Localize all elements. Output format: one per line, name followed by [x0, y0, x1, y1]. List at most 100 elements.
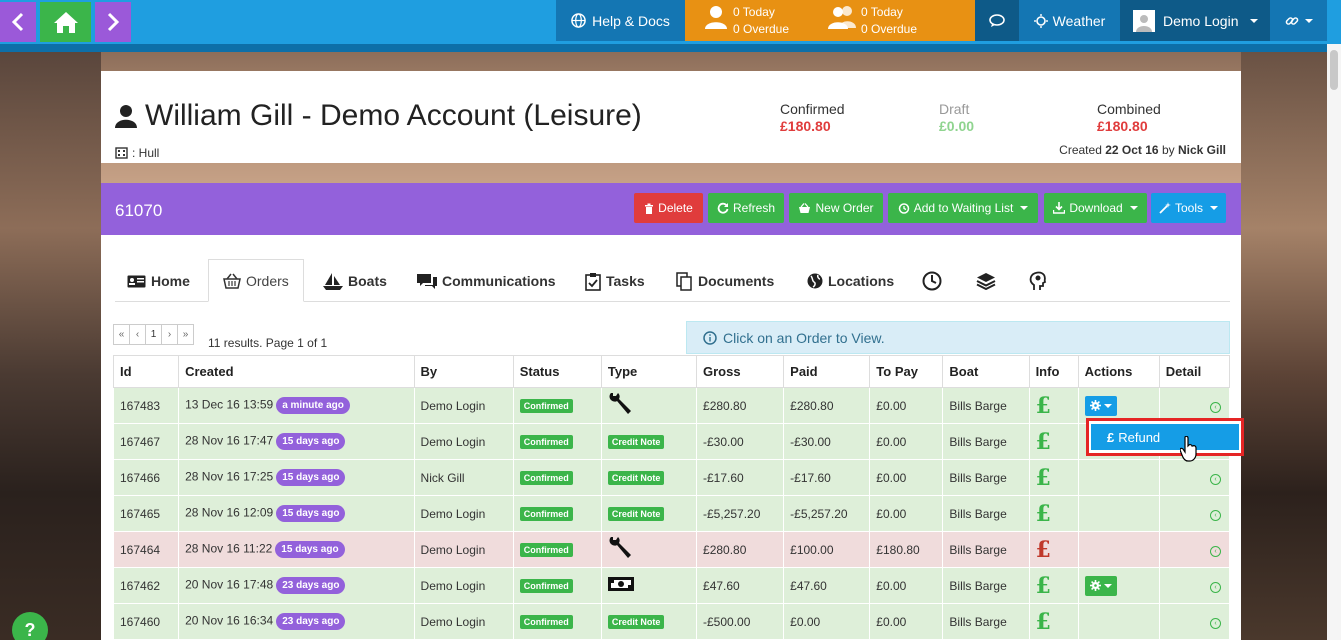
- col-detail[interactable]: Detail: [1158, 355, 1231, 388]
- tab-communications[interactable]: Communications: [417, 260, 556, 302]
- refund-menu-item[interactable]: £ Refund: [1091, 424, 1239, 450]
- cell-boat: Bills Barge: [942, 459, 1030, 496]
- waiting-list-label: Add to Waiting List: [913, 201, 1014, 215]
- table-row[interactable]: 167467 28 Nov 16 17:47 15 days ago Demo L…: [112, 423, 1231, 460]
- table-row[interactable]: 167483 13 Dec 16 13:59 a minute ago Demo …: [112, 387, 1231, 424]
- weather-button[interactable]: Weather: [1019, 0, 1120, 41]
- cell-detail: ‹: [1158, 531, 1231, 568]
- created-prefix: Created: [1059, 143, 1102, 157]
- gear-icon: [1089, 580, 1101, 591]
- status-badge: Confirmed: [519, 615, 573, 629]
- row-actions-button[interactable]: [1084, 575, 1117, 596]
- scrollbar[interactable]: [1327, 44, 1341, 640]
- table-row[interactable]: 167465 28 Nov 16 12:09 15 days ago Demo L…: [112, 495, 1231, 532]
- type-badge: Credit Note: [607, 435, 665, 449]
- page-last-button[interactable]: »: [177, 324, 194, 345]
- sailboat-icon: [323, 272, 343, 290]
- help-docs-button[interactable]: Help & Docs: [556, 0, 685, 41]
- links-menu[interactable]: [1270, 0, 1327, 41]
- team-task-counter[interactable]: 0 Today 0 Overdue: [827, 4, 917, 38]
- download-button[interactable]: Download: [1044, 193, 1147, 223]
- tab-boats[interactable]: Boats: [323, 260, 387, 302]
- refresh-button[interactable]: Refresh: [708, 193, 784, 223]
- chevron-circle-left-icon[interactable]: ‹: [1210, 474, 1221, 485]
- chevron-left-icon: [11, 12, 24, 32]
- tab-history[interactable]: [922, 260, 942, 302]
- documents-icon: [676, 271, 692, 291]
- page-prev-button[interactable]: ‹: [129, 324, 146, 345]
- page-first-button[interactable]: «: [113, 324, 130, 345]
- table-row[interactable]: 167462 20 Nov 16 17:48 23 days ago Demo L…: [112, 567, 1231, 604]
- tab-profile[interactable]: [1029, 260, 1047, 302]
- nav-back-button[interactable]: [0, 2, 36, 42]
- pound-icon: £: [1035, 464, 1051, 491]
- delete-button[interactable]: Delete: [634, 193, 703, 223]
- my-task-counter[interactable]: 0 Today 0 Overdue: [703, 4, 789, 38]
- cell-boat: Bills Barge: [942, 387, 1030, 424]
- created-info: Created 22 Oct 16 by Nick Gill: [1059, 143, 1226, 157]
- table-row[interactable]: 167464 28 Nov 16 11:22 15 days ago Demo L…: [112, 531, 1231, 568]
- tools-label: Tools: [1174, 201, 1203, 215]
- cell-info: £: [1028, 531, 1079, 568]
- time-ago-badge: 23 days ago: [276, 613, 346, 630]
- chevron-circle-left-icon[interactable]: ‹: [1210, 582, 1221, 593]
- col-by[interactable]: By: [413, 355, 514, 388]
- table-row[interactable]: 167466 28 Nov 16 17:25 15 days ago Nick G…: [112, 459, 1231, 496]
- chevron-circle-left-icon[interactable]: ‹: [1210, 546, 1221, 557]
- cell-status: Confirmed: [512, 459, 602, 496]
- col-created[interactable]: Created: [178, 355, 415, 388]
- cell-id: 167466: [112, 459, 180, 496]
- created-by-prefix: by: [1161, 143, 1175, 157]
- col-gross[interactable]: Gross: [696, 355, 785, 388]
- team-overdue-count: 0 Overdue: [861, 22, 918, 36]
- help-float-button[interactable]: ?: [12, 612, 48, 640]
- cell-info: £: [1028, 567, 1079, 604]
- chevron-circle-left-icon[interactable]: ‹: [1210, 618, 1221, 629]
- col-info[interactable]: Info: [1028, 355, 1079, 388]
- scrollbar-thumb[interactable]: [1330, 50, 1338, 90]
- time-ago-badge: 15 days ago: [276, 505, 346, 522]
- tab-home[interactable]: Home: [127, 260, 190, 302]
- col-to-pay[interactable]: To Pay: [869, 355, 944, 388]
- table-row[interactable]: 167460 20 Nov 16 16:34 23 days ago Demo L…: [112, 603, 1231, 640]
- row-actions-button[interactable]: [1084, 395, 1117, 416]
- tab-layers[interactable]: [976, 260, 996, 302]
- nav-home-button[interactable]: [40, 2, 91, 42]
- col-id[interactable]: Id: [112, 355, 180, 388]
- tab-documents[interactable]: Documents: [676, 260, 774, 302]
- chevron-circle-left-icon[interactable]: ‹: [1210, 402, 1221, 413]
- col-paid[interactable]: Paid: [783, 355, 871, 388]
- add-to-waiting-list-button[interactable]: Add to Waiting List: [888, 193, 1038, 223]
- pound-icon: £: [1035, 392, 1051, 419]
- time-ago-badge: 15 days ago: [276, 433, 346, 450]
- nav-forward-button[interactable]: [95, 2, 131, 42]
- tab-tasks[interactable]: Tasks: [585, 260, 645, 302]
- tools-button[interactable]: Tools: [1151, 193, 1226, 223]
- col-actions[interactable]: Actions: [1077, 355, 1160, 388]
- cell-paid: £47.60: [783, 567, 871, 604]
- cell-boat: Bills Barge: [942, 495, 1030, 532]
- chat-button[interactable]: [975, 0, 1019, 41]
- link-icon: [1285, 16, 1298, 25]
- chevron-circle-left-icon[interactable]: ‹: [1210, 510, 1221, 521]
- task-counters[interactable]: 0 Today 0 Overdue 0 Today 0 Overdue: [685, 0, 975, 41]
- created-date: 13 Dec 16 13:59: [185, 397, 274, 412]
- results-count: 11 results. Page 1 of 1: [208, 336, 328, 350]
- pound-icon: £: [1035, 572, 1051, 599]
- tab-orders[interactable]: Orders: [208, 259, 304, 302]
- caret-down-icon: [1020, 206, 1029, 210]
- new-order-button[interactable]: New Order: [789, 193, 883, 223]
- cell-info: £: [1028, 459, 1079, 496]
- user-menu[interactable]: Demo Login: [1120, 0, 1270, 41]
- col-status[interactable]: Status: [512, 355, 602, 388]
- cell-gross: £280.80: [696, 531, 785, 568]
- status-badge: Confirmed: [519, 399, 573, 413]
- tab-locations[interactable]: Locations: [807, 260, 894, 302]
- col-boat[interactable]: Boat: [942, 355, 1030, 388]
- time-ago-badge: a minute ago: [276, 397, 350, 414]
- status-badge: Confirmed: [519, 507, 573, 521]
- page-next-button[interactable]: ›: [161, 324, 178, 345]
- cell-by: Nick Gill: [413, 459, 514, 496]
- page-number-button[interactable]: 1: [145, 324, 162, 345]
- col-type[interactable]: Type: [600, 355, 698, 388]
